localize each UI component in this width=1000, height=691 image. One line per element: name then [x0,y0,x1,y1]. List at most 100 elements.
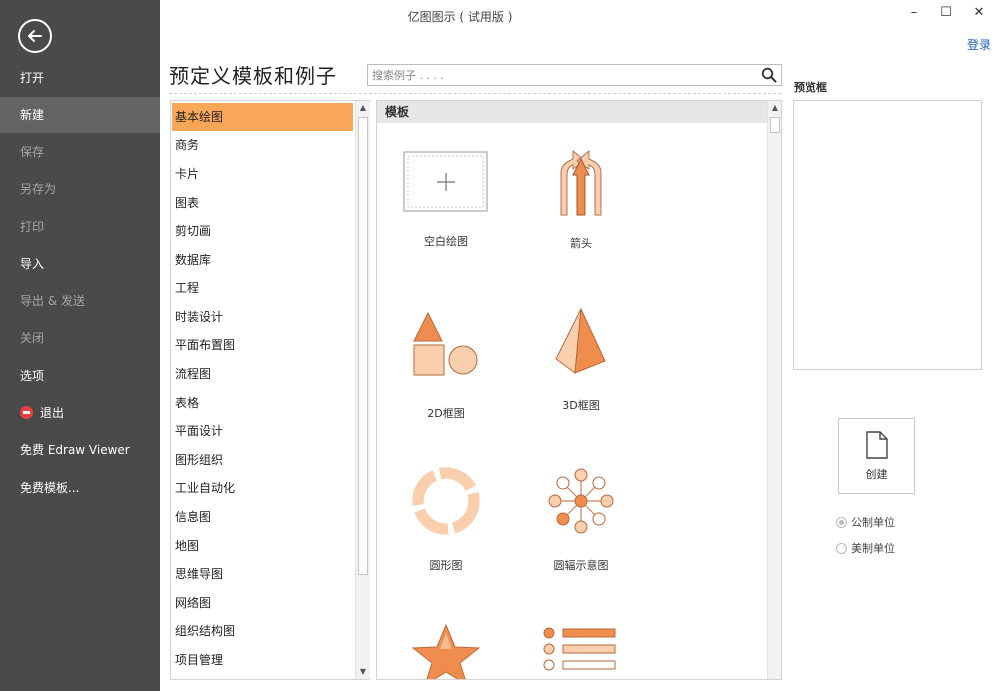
category-item[interactable]: 卡片 [172,160,353,188]
category-item[interactable]: 组织结构图 [172,617,353,645]
category-item[interactable]: 地图 [172,532,353,560]
template-circular[interactable]: 圆形图 [381,467,511,573]
search-input[interactable] [368,65,748,85]
sidebar-item-label: 免费 Edraw Viewer [20,443,130,457]
us-units-option[interactable]: 美制单位 [836,540,895,556]
radio-label: 美制单位 [851,542,895,555]
sidebar-item-label: 退出 [40,406,65,420]
category-scrollbar[interactable]: ▲ ▼ [355,101,370,679]
sidebar-item-label: 选项 [20,369,45,383]
category-label: 流程图 [175,367,212,381]
sidebar-item-label: 打开 [20,71,45,85]
2d-shapes-icon [413,311,478,376]
category-item[interactable]: 平面布置图 [172,331,353,359]
sidebar-item-label: 打印 [20,220,45,234]
exit-icon [20,406,33,419]
category-item[interactable]: 平面设计 [172,417,353,445]
category-item[interactable]: 剪切画 [172,217,353,245]
metric-units-option[interactable]: 公制单位 [836,514,895,530]
sidebar-item-new[interactable]: 新建 [0,97,160,133]
category-item[interactable]: 信息图 [172,503,353,531]
template-label: 2D框图 [427,407,465,420]
templates-header: 模板 [377,101,767,123]
circular-diagram-icon [412,467,480,535]
preview-box [793,100,982,370]
sidebar-item-open[interactable]: 打开 [0,60,160,96]
create-button[interactable]: 创建 [838,418,915,494]
category-item[interactable]: 商务 [172,131,353,159]
sidebar-item-edraw-viewer[interactable]: 免费 Edraw Viewer [0,432,160,468]
category-label: 网络图 [175,596,212,610]
category-item[interactable]: 图表 [172,189,353,217]
maximize-button[interactable]: ☐ [934,4,958,22]
sidebar-item-save[interactable]: 保存 [0,134,160,170]
sidebar-item-label: 免费模板... [20,481,80,495]
sidebar-item-close[interactable]: 关闭 [0,320,160,356]
scrollbar-thumb[interactable] [770,117,780,133]
login-link[interactable]: 登录 [967,36,991,53]
back-button[interactable] [18,19,52,53]
template-label: 圆辐示意图 [553,559,609,572]
category-label: 商务 [175,138,200,152]
radio-checked-icon[interactable] [836,516,847,528]
list-bars-icon [543,627,616,671]
scroll-down-icon[interactable]: ▼ [356,665,370,679]
scrollbar-thumb[interactable] [358,117,368,575]
search-icon[interactable] [761,67,777,83]
blank-canvas-icon [403,151,488,212]
category-item[interactable]: 思维导图 [172,560,353,588]
category-item[interactable]: 表格 [172,389,353,417]
radio-unchecked-icon[interactable] [836,542,847,554]
sidebar-item-export-send[interactable]: 导出 & 发送 [0,283,160,319]
template-star[interactable] [381,623,511,679]
minimize-button[interactable]: – [902,4,926,22]
close-button[interactable]: ✕ [967,4,991,22]
category-label: 剪切画 [175,224,212,238]
category-label: 图表 [175,196,200,210]
preview-label: 预览框 [794,81,827,94]
sidebar-item-save-as[interactable]: 另存为 [0,171,160,207]
category-item[interactable]: 流程图 [172,360,353,388]
sidebar-item-label: 保存 [20,145,45,159]
category-item[interactable]: 图形组织 [172,446,353,474]
sidebar-item-exit[interactable]: 退出 [0,395,160,431]
scroll-up-icon[interactable]: ▲ [768,101,781,115]
template-label: 箭头 [570,237,592,250]
category-item[interactable]: 数据库 [172,246,353,274]
divider [169,93,781,94]
category-item[interactable]: 工程 [172,274,353,302]
template-radial[interactable]: 圆辐示意图 [516,467,646,573]
category-label: 卡片 [175,167,200,181]
template-arrows[interactable]: 箭头 [516,147,646,251]
star-icon [411,623,481,679]
scroll-up-icon[interactable]: ▲ [356,101,370,115]
sidebar-item-import[interactable]: 导入 [0,246,160,282]
category-list: 基本绘图 商务 卡片 图表 剪切画 数据库 工程 时装设计 平面布置图 流程图 … [170,100,370,680]
templates-scrollbar[interactable]: ▲ [767,101,781,679]
search-box [367,64,782,86]
category-label: 数据库 [175,253,212,267]
category-label: 项目管理 [175,653,224,667]
arrows-icon [560,149,602,216]
template-blank-drawing[interactable]: 空白绘图 [381,149,511,249]
template-list-bars[interactable] [516,625,646,675]
template-2d-block[interactable]: 2D框图 [381,311,511,421]
sidebar-item-options[interactable]: 选项 [0,358,160,394]
category-item[interactable]: 时装设计 [172,303,353,331]
category-item[interactable]: 网络图 [172,589,353,617]
sidebar-item-print[interactable]: 打印 [0,209,160,245]
template-label: 3D框图 [562,399,600,412]
category-item[interactable]: 工业自动化 [172,474,353,502]
category-label: 地图 [175,539,200,553]
sidebar-item-label: 导出 & 发送 [20,294,85,308]
template-3d-block[interactable]: 3D框图 [516,307,646,413]
category-item-basic-drawing[interactable]: 基本绘图 [172,103,353,131]
category-item[interactable]: 项目管理 [172,646,353,674]
sidebar-item-free-templates[interactable]: 免费模板... [0,470,160,506]
sidebar: 打开 新建 保存 另存为 打印 导入 导出 & 发送 关闭 选项 退出 免费 E… [0,0,160,691]
sidebar-item-label: 关闭 [20,331,45,345]
create-label: 创建 [865,468,888,481]
category-label: 图形组织 [175,453,224,467]
3d-pyramid-icon [555,307,606,374]
sidebar-item-label: 导入 [20,257,45,271]
